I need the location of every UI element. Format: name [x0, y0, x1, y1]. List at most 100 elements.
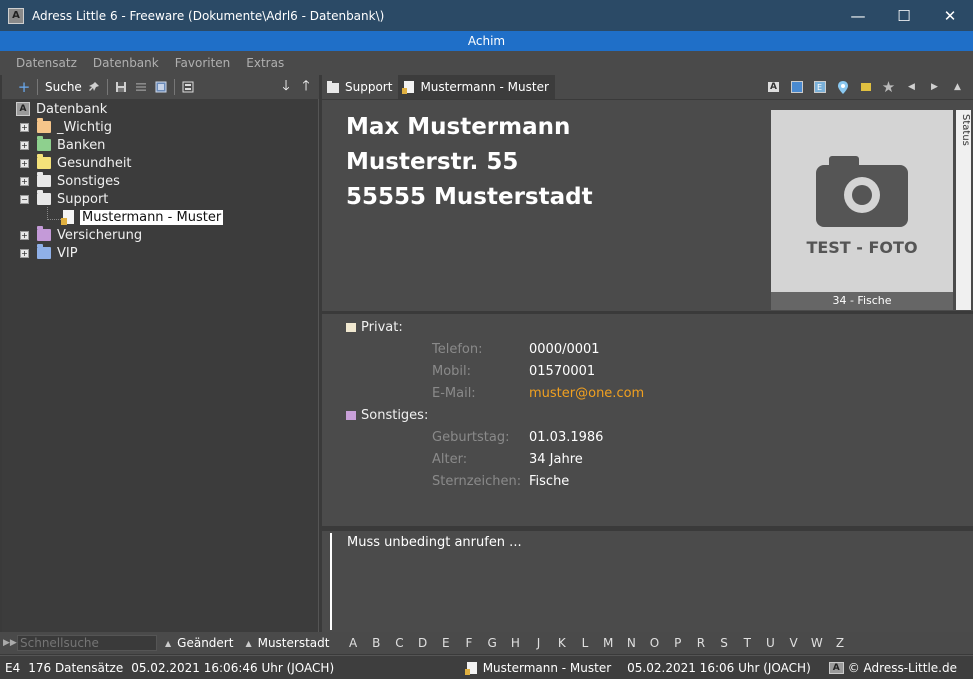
status-tab[interactable]: Status — [956, 110, 971, 310]
tree-item-wichtig[interactable]: + _Wichtig — [20, 118, 112, 136]
contact-name: Max Mustermann — [346, 114, 571, 140]
folder-icon — [37, 190, 51, 205]
refresh-icon[interactable] — [785, 77, 808, 97]
film-icon[interactable] — [178, 77, 198, 97]
status-bar: E4 176 Datensätze 05.02.2021 16:06:46 Uh… — [0, 655, 973, 679]
letter-filter-r[interactable]: R — [689, 636, 712, 650]
letter-filter-l[interactable]: L — [573, 636, 596, 650]
letter-filter-u[interactable]: U — [759, 636, 782, 650]
next-icon[interactable]: ▶ — [923, 77, 946, 97]
menu-favoriten[interactable]: Favoriten — [175, 56, 231, 70]
letter-filter-g[interactable]: G — [481, 636, 504, 650]
toolbar-divider — [173, 79, 175, 95]
sort-musterstadt[interactable]: ▲ Musterstadt — [245, 636, 329, 650]
tab-contact[interactable]: Mustermann - Muster — [398, 75, 555, 99]
menu-datensatz[interactable]: Datensatz — [16, 56, 77, 70]
save-icon[interactable] — [111, 77, 131, 97]
letter-filter-v[interactable]: V — [782, 636, 805, 650]
edit-icon[interactable]: E — [808, 77, 831, 97]
tree-item-label: Banken — [57, 137, 106, 153]
toolbar-divider — [37, 79, 38, 95]
letter-filter-e[interactable]: E — [434, 636, 457, 650]
location-pin-icon[interactable] — [831, 77, 854, 97]
contact-street: Musterstr. 55 — [346, 149, 519, 175]
tree-item-versicherung[interactable]: + Versicherung — [20, 226, 142, 244]
field-value-sternzeichen[interactable]: Fische — [529, 474, 569, 489]
maximize-button[interactable]: ☐ — [881, 0, 927, 31]
tree-item-vip[interactable]: + VIP — [20, 244, 78, 262]
collapse-icon[interactable]: − — [20, 194, 29, 204]
notes-text[interactable]: Muss unbedingt anrufen ... — [347, 535, 522, 550]
sort-label: Musterstadt — [257, 636, 330, 650]
folder-icon — [37, 226, 51, 241]
contact-photo[interactable]: TEST - FOTO — [771, 110, 953, 310]
letter-filter-t[interactable]: T — [736, 636, 759, 650]
field-value-alter[interactable]: 34 Jahre — [529, 452, 583, 467]
close-button[interactable]: ✕ — [927, 0, 973, 31]
tree-item-gesundheit[interactable]: + Gesundheit — [20, 154, 132, 172]
field-label-sternzeichen: Sternzeichen: — [432, 474, 522, 489]
tag-icon[interactable] — [854, 77, 877, 97]
camera-body — [816, 165, 908, 227]
title-bar: A Adress Little 6 - Freeware (Dokumente\… — [0, 0, 973, 31]
add-icon[interactable]: + — [14, 77, 34, 97]
arrow-up-icon[interactable]: 🡑 — [296, 77, 316, 97]
menu-datenbank[interactable]: Datenbank — [93, 56, 159, 70]
detail-toolbar: Support Mustermann - Muster A E ★ ◀ ▶ ▲ — [322, 75, 973, 99]
window-icon[interactable] — [151, 77, 171, 97]
expand-icon[interactable]: + — [20, 176, 29, 186]
category-color-icon — [346, 411, 356, 420]
arrow-down-icon[interactable]: 🡓 — [276, 77, 296, 97]
email-link[interactable]: muster@one.com — [529, 386, 644, 401]
quicksearch-input[interactable] — [17, 635, 157, 651]
expand-icon[interactable]: + — [20, 122, 29, 132]
fast-forward-icon[interactable]: ▶▶ — [3, 638, 17, 648]
expand-icon[interactable]: + — [20, 140, 29, 150]
letter-filter-n[interactable]: N — [620, 636, 643, 650]
record-count: 176 Datensätze — [28, 660, 124, 675]
expand-icon[interactable]: + — [20, 248, 29, 258]
tree-item-sonstiges[interactable]: + Sonstiges — [20, 172, 120, 190]
menu-extras[interactable]: Extras — [246, 56, 284, 70]
photo-placeholder-text: TEST - FOTO — [806, 238, 918, 257]
field-value-geburtstag[interactable]: 01.03.1986 — [529, 430, 603, 445]
tree-item-banken[interactable]: + Banken — [20, 136, 105, 154]
search-button[interactable]: Suche — [45, 80, 82, 94]
field-label-mobil: Mobil: — [432, 364, 472, 379]
letter-filter-m[interactable]: M — [597, 636, 620, 650]
sort-geaendert[interactable]: ▲ Geändert — [165, 636, 233, 650]
letter-filter-a[interactable]: A — [341, 636, 364, 650]
letter-filter-p[interactable]: P — [666, 636, 689, 650]
previous-icon[interactable]: ◀ — [900, 77, 923, 97]
pin-icon[interactable] — [84, 77, 104, 97]
letter-filter-z[interactable]: Z — [828, 636, 851, 650]
letter-filter-h[interactable]: H — [504, 636, 527, 650]
list-icon[interactable] — [131, 77, 151, 97]
letter-filter-s[interactable]: S — [712, 636, 735, 650]
tab-support[interactable]: Support — [322, 75, 398, 99]
letter-filter-o[interactable]: O — [643, 636, 666, 650]
letter-filter-k[interactable]: K — [550, 636, 573, 650]
letter-filter-b[interactable]: B — [365, 636, 388, 650]
letter-filter-d[interactable]: D — [411, 636, 434, 650]
star-icon[interactable]: ★ — [877, 77, 900, 97]
field-value-telefon[interactable]: 0000/0001 — [529, 342, 600, 357]
letter-filter-c[interactable]: C — [388, 636, 411, 650]
minimize-button[interactable]: — — [835, 0, 881, 31]
letter-filter-f[interactable]: F — [457, 636, 480, 650]
tree-item-support[interactable]: − Support — [20, 190, 108, 208]
expand-icon[interactable]: + — [20, 158, 29, 168]
contact-card-icon — [464, 661, 477, 675]
field-value-mobil[interactable]: 01570001 — [529, 364, 595, 379]
tree-item-mustermann[interactable]: Mustermann - Muster — [61, 208, 224, 226]
notes-area[interactable]: Muss unbedingt anrufen ... — [322, 531, 973, 632]
letter-filter-j[interactable]: J — [527, 636, 550, 650]
font-icon[interactable]: A — [762, 77, 785, 97]
expand-icon[interactable]: + — [20, 230, 29, 240]
letter-filter-w[interactable]: W — [805, 636, 828, 650]
tree-root[interactable]: A Datenbank — [16, 100, 107, 118]
photo-caption: 34 - Fische — [771, 292, 953, 310]
contact-card-icon — [402, 81, 415, 94]
copyright-link[interactable]: © Adress-Little.de — [848, 661, 957, 675]
collapse-up-icon[interactable]: ▲ — [946, 77, 969, 97]
